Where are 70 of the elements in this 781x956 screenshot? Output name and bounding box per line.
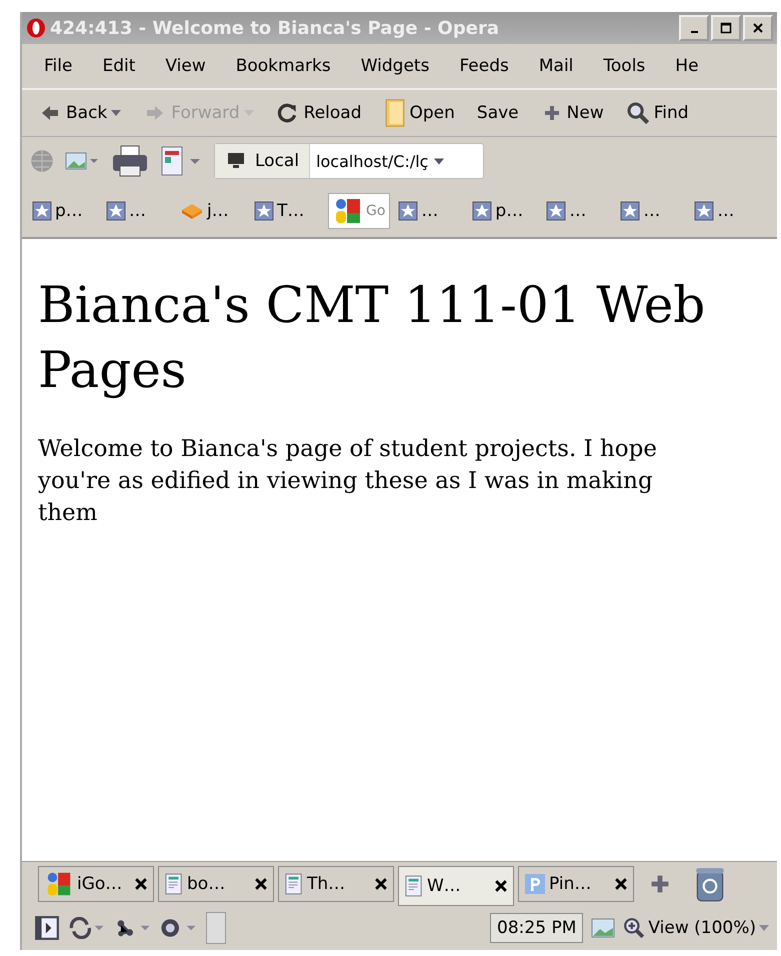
maximize-button[interactable] [711, 15, 741, 41]
status-field [206, 912, 226, 944]
printer-icon[interactable] [110, 144, 150, 178]
clock: 08:25 PM [490, 913, 584, 943]
page-icon [405, 875, 423, 897]
browser-tab[interactable]: Pin… [518, 866, 634, 902]
bookmark[interactable]: j… [180, 201, 250, 221]
browser-tab[interactable]: Th… [278, 866, 394, 902]
browser-tab[interactable]: bo… [158, 866, 274, 902]
caret-icon [759, 925, 769, 931]
menu-item[interactable]: Edit [102, 56, 136, 76]
menu-item[interactable]: Feeds [459, 56, 509, 76]
zoom-in-icon [623, 917, 646, 939]
page-icon [165, 873, 183, 895]
opera-logo-icon [26, 17, 46, 39]
url-field[interactable]: localhost/C:/lç [310, 152, 434, 170]
page-paragraph: Welcome to Bianca's page of student projects. I hope you're as edified in viewing these as I was in making them [38, 435, 658, 528]
search-icon [626, 101, 650, 125]
p-icon [525, 874, 545, 894]
close-icon[interactable] [255, 878, 267, 890]
page-heading: Bianca's CMT 111-01 Web Pages [38, 275, 706, 401]
window-title: 424:413 - Welcome to Bianca's Page - Opera [50, 18, 500, 38]
browser-tab[interactable]: W… [398, 866, 514, 906]
google-icon [333, 196, 363, 226]
zone-button[interactable]: Local [215, 144, 310, 178]
toolbar-button[interactable]: New [536, 103, 608, 123]
bookmark[interactable]: T… [254, 201, 324, 221]
toolbar-button[interactable]: Reload [272, 102, 366, 124]
page-icon [285, 873, 303, 895]
bookmark[interactable]: … [106, 201, 176, 221]
address-bar[interactable]: Local localhost/C:/lç [214, 143, 484, 179]
menu-item[interactable]: Tools [603, 56, 646, 76]
zoom-button[interactable]: View (100%) [623, 917, 769, 939]
menu-item[interactable]: Mail [538, 56, 574, 76]
bookmark[interactable]: Go [328, 193, 390, 229]
google-icon [45, 870, 73, 898]
bookmark[interactable]: … [546, 201, 616, 221]
caret-icon [244, 110, 254, 116]
toolbar-button[interactable]: Save [472, 103, 523, 123]
toolbar-button[interactable]: Open [380, 97, 459, 129]
minimize-icon [690, 31, 698, 33]
close-icon [752, 22, 764, 34]
browser-tab[interactable]: iGo… [38, 866, 154, 902]
close-icon[interactable] [135, 878, 147, 890]
toolbar-button[interactable]: Find [622, 101, 693, 125]
bookmark[interactable]: p… [32, 201, 102, 221]
cube-icon [180, 201, 204, 221]
menu-item[interactable]: View [165, 56, 206, 76]
bookmark[interactable]: … [620, 201, 690, 221]
dropdown-icon[interactable] [434, 158, 444, 164]
trash-icon[interactable] [694, 865, 726, 903]
monitor-icon [225, 151, 247, 171]
close-icon[interactable] [615, 878, 627, 890]
close-icon[interactable] [495, 880, 507, 892]
caret-icon [111, 110, 122, 116]
close-button[interactable] [743, 15, 773, 41]
toolbar-button[interactable]: Back [34, 103, 126, 123]
close-icon[interactable] [375, 878, 387, 890]
sync-icon[interactable] [68, 917, 106, 939]
panel-toggle-icon[interactable] [34, 915, 60, 941]
menu-item[interactable]: He [675, 56, 699, 76]
menu-item[interactable]: Widgets [360, 56, 430, 76]
bookmark[interactable]: p… [472, 201, 542, 221]
bookmark[interactable]: … [694, 201, 764, 221]
menu-item[interactable]: Bookmarks [236, 56, 331, 76]
bookmark[interactable]: … [398, 201, 468, 221]
maximize-icon [720, 22, 732, 34]
image-icon[interactable] [64, 151, 100, 171]
image-icon[interactable] [591, 917, 616, 939]
menu-item[interactable]: File [44, 56, 72, 76]
